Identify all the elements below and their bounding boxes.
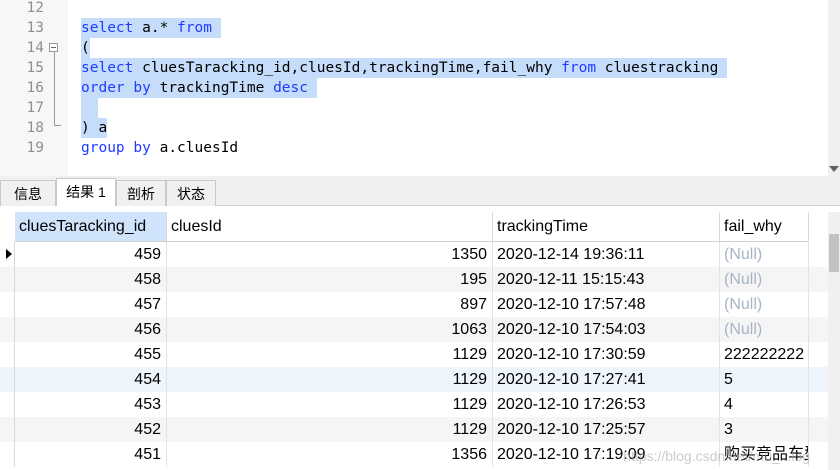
code-line: group by a.cluesId bbox=[81, 140, 239, 156]
cell-tracking-time[interactable]: 2020-12-10 17:27:41 bbox=[493, 367, 720, 392]
row-indicator[interactable] bbox=[0, 367, 15, 392]
line-number: 13 bbox=[26, 20, 44, 36]
row-indicator[interactable] bbox=[0, 292, 15, 317]
cell-tracking-time[interactable]: 2020-12-10 17:57:48 bbox=[493, 292, 720, 317]
table-row[interactable]: 454 1129 2020-12-10 17:27:41 5 bbox=[0, 367, 828, 392]
code-line: select cluesTaracking_id,cluesId,trackin… bbox=[81, 58, 728, 78]
table-row[interactable]: 452 1129 2020-12-10 17:25:57 3 bbox=[0, 417, 828, 442]
table-row[interactable]: 455 1129 2020-12-10 17:30:59 222222222 bbox=[0, 342, 828, 367]
cell-fail-why[interactable]: 购买竞品车型 bbox=[720, 442, 809, 467]
column-header-fail-why[interactable]: fail_why bbox=[720, 212, 809, 242]
editor-scrollbar[interactable] bbox=[828, 0, 840, 176]
tab-label: 信息 bbox=[14, 186, 42, 202]
cell-clues-taracking-id[interactable]: 457 bbox=[15, 292, 167, 317]
cell-tracking-time[interactable]: 2020-12-11 15:15:43 bbox=[493, 267, 720, 292]
cell-clues-id[interactable]: 897 bbox=[167, 292, 493, 317]
editor-line[interactable]: 18 ) a bbox=[0, 118, 830, 138]
table-row[interactable]: 456 1063 2020-12-10 17:54:03 (Null) bbox=[0, 317, 828, 342]
current-row-arrow-icon bbox=[6, 249, 12, 259]
line-number: 18 bbox=[26, 120, 44, 136]
scrollbar-thumb[interactable] bbox=[829, 234, 839, 272]
editor-line[interactable]: 14 ( bbox=[0, 38, 830, 58]
row-indicator[interactable] bbox=[0, 392, 15, 417]
line-number: 17 bbox=[26, 100, 44, 116]
tab-label: 结果 1 bbox=[66, 184, 106, 200]
cell-clues-taracking-id[interactable]: 456 bbox=[15, 317, 167, 342]
cell-fail-why[interactable]: (Null) bbox=[720, 267, 809, 292]
cell-clues-id[interactable]: 1129 bbox=[167, 392, 493, 417]
table-row[interactable]: 45113562020-12-10 17:19:09购买竞品车型 bbox=[0, 442, 828, 467]
code-line: select a.* from bbox=[81, 18, 221, 38]
code-line: ( bbox=[81, 38, 90, 58]
cell-clues-taracking-id[interactable]: 459 bbox=[15, 242, 167, 267]
editor-line[interactable]: 15 select cluesTaracking_id,cluesId,trac… bbox=[0, 58, 830, 78]
tab-status[interactable]: 状态 bbox=[166, 180, 216, 206]
cell-tracking-time[interactable]: 2020-12-10 17:19:09 bbox=[493, 442, 720, 467]
row-indicator[interactable] bbox=[0, 417, 15, 442]
column-header-clues-taracking-id[interactable]: cluesTaracking_id bbox=[15, 212, 167, 242]
tab-label: 状态 bbox=[177, 186, 205, 202]
cell-clues-id[interactable]: 1350 bbox=[167, 242, 493, 267]
result-grid[interactable]: cluesTaracking_id cluesId trackingTime f… bbox=[0, 206, 840, 470]
cell-fail-why[interactable]: 5 bbox=[720, 367, 809, 392]
table-row[interactable]: 453 1129 2020-12-10 17:26:53 4 bbox=[0, 392, 828, 417]
cell-fail-why[interactable]: (Null) bbox=[720, 242, 809, 267]
cell-tracking-time[interactable]: 2020-12-10 17:26:53 bbox=[493, 392, 720, 417]
cell-clues-id[interactable]: 1063 bbox=[167, 317, 493, 342]
cell-clues-taracking-id[interactable]: 452 bbox=[15, 417, 167, 442]
editor-line[interactable]: 12 bbox=[0, 0, 830, 18]
column-header-tracking-time[interactable]: trackingTime bbox=[493, 212, 720, 242]
cell-clues-id[interactable]: 1129 bbox=[167, 367, 493, 392]
table-row[interactable]: 457 897 2020-12-10 17:57:48 (Null) bbox=[0, 292, 828, 317]
grid-header: cluesTaracking_id cluesId trackingTime f… bbox=[0, 212, 828, 242]
cell-clues-taracking-id[interactable]: 458 bbox=[15, 267, 167, 292]
cell-clues-taracking-id[interactable]: 451 bbox=[15, 442, 167, 467]
row-indicator[interactable] bbox=[0, 242, 15, 267]
code-line bbox=[81, 98, 99, 118]
cell-tracking-time[interactable]: 2020-12-10 17:30:59 bbox=[493, 342, 720, 367]
cell-fail-why[interactable]: 4 bbox=[720, 392, 809, 417]
line-number: 14 bbox=[26, 40, 44, 56]
table-row[interactable]: 459 1350 2020-12-14 19:36:11 (Null) bbox=[0, 242, 828, 267]
cell-fail-why[interactable]: (Null) bbox=[720, 292, 809, 317]
cell-clues-id[interactable]: 1356 bbox=[167, 442, 493, 467]
cell-clues-taracking-id[interactable]: 453 bbox=[15, 392, 167, 417]
cell-clues-id[interactable]: 195 bbox=[167, 267, 493, 292]
tab-result-1[interactable]: 结果 1 bbox=[56, 178, 116, 206]
cell-clues-taracking-id[interactable]: 455 bbox=[15, 342, 167, 367]
line-number: 15 bbox=[26, 60, 44, 76]
cell-fail-why[interactable]: 3 bbox=[720, 417, 809, 442]
tab-profile[interactable]: 剖析 bbox=[116, 180, 166, 206]
cell-tracking-time[interactable]: 2020-12-10 17:54:03 bbox=[493, 317, 720, 342]
editor-line[interactable]: 13 select a.* from bbox=[0, 18, 830, 38]
cell-fail-why[interactable]: 222222222 bbox=[720, 342, 809, 367]
cell-clues-taracking-id[interactable]: 454 bbox=[15, 367, 167, 392]
row-indicator[interactable] bbox=[0, 342, 15, 367]
cell-tracking-time[interactable]: 2020-12-14 19:36:11 bbox=[493, 242, 720, 267]
code-line: order by trackingTime desc bbox=[81, 78, 317, 98]
grid-scrollbar[interactable] bbox=[828, 212, 840, 470]
cell-clues-id[interactable]: 1129 bbox=[167, 342, 493, 367]
editor-line[interactable]: 17 bbox=[0, 98, 830, 118]
line-number: 16 bbox=[26, 80, 44, 96]
row-indicator[interactable] bbox=[0, 267, 15, 292]
scroll-down-arrow-icon[interactable] bbox=[829, 166, 839, 172]
row-indicator[interactable] bbox=[0, 317, 15, 342]
fold-collapse-icon[interactable] bbox=[49, 43, 58, 52]
cell-tracking-time[interactable]: 2020-12-10 17:25:57 bbox=[493, 417, 720, 442]
cell-fail-why[interactable]: (Null) bbox=[720, 317, 809, 342]
tab-info[interactable]: 信息 bbox=[0, 180, 56, 206]
sql-editor[interactable]: 12 13 select a.* from 14 ( 15 select clu… bbox=[0, 0, 840, 176]
line-number: 12 bbox=[26, 0, 44, 16]
tab-label: 剖析 bbox=[127, 186, 155, 202]
line-number: 19 bbox=[26, 140, 44, 156]
result-tab-bar: 信息 结果 1 剖析 状态 bbox=[0, 176, 840, 206]
row-indicator[interactable] bbox=[0, 442, 15, 467]
editor-line[interactable]: 19 group by a.cluesId bbox=[0, 138, 830, 158]
column-header-clues-id[interactable]: cluesId bbox=[167, 212, 493, 242]
editor-line[interactable]: 16 order by trackingTime desc bbox=[0, 78, 830, 98]
table-row[interactable]: 458 195 2020-12-11 15:15:43 (Null) bbox=[0, 267, 828, 292]
code-line: ) a bbox=[81, 118, 108, 138]
cell-clues-id[interactable]: 1129 bbox=[167, 417, 493, 442]
